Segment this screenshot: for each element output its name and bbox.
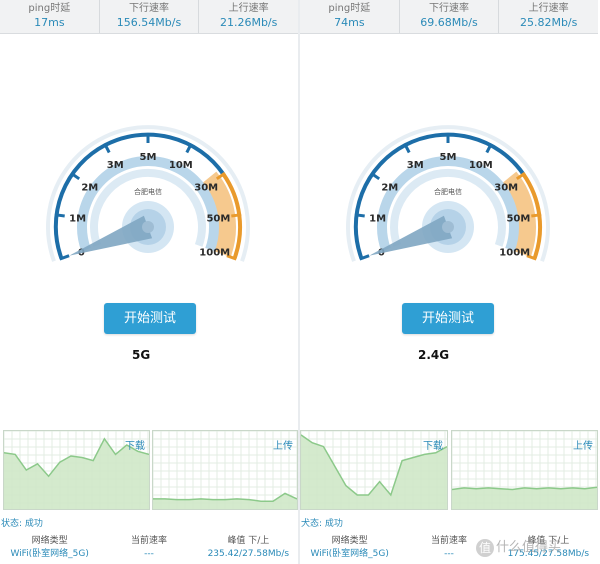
gauge-tick-label: 3M	[407, 160, 424, 171]
gauge-tick	[354, 213, 365, 218]
footer-value: ---	[144, 549, 154, 559]
test-status: 犬态: 成功	[301, 519, 343, 529]
stats-bar: ping时延 74ms 下行速率 69.68Mb/s 上行速率 25.82Mb/…	[300, 0, 598, 34]
speedtest-panel-2-4g: ping时延 74ms 下行速率 69.68Mb/s 上行速率 25.82Mb/…	[300, 0, 598, 564]
band-label: 2.4G	[418, 348, 450, 362]
stat-label: 上行速率	[528, 3, 569, 14]
network-type: 网络类型 WiFi(卧室网络_5G)	[0, 531, 99, 564]
stat-ping: ping时延 17ms	[0, 0, 100, 33]
gauge-tick-label: 5M	[440, 152, 457, 163]
gauge-tick-label: 30M	[494, 182, 518, 193]
download-graph: 下载	[300, 430, 448, 510]
speed-gauge: 01M2M3M5M10M30M50M100M合肥电信	[346, 125, 550, 262]
stat-value: 74ms	[334, 16, 365, 29]
start-test-button[interactable]: 开始测试	[104, 303, 196, 334]
speed-gauge: 01M2M3M5M10M30M50M100M合肥电信	[46, 125, 250, 262]
stat-value: 25.82Mb/s	[519, 16, 578, 29]
stat-label: 上行速率	[228, 3, 269, 14]
gauge-tick-label: 100M	[199, 247, 230, 258]
download-graph-title: 下载	[423, 441, 443, 452]
footer-label: 网络类型	[331, 536, 368, 546]
stat-upload: 上行速率 21.26Mb/s	[199, 0, 298, 33]
download-graph: 下载	[3, 430, 150, 510]
stat-upload: 上行速率 25.82Mb/s	[499, 0, 598, 33]
start-test-button[interactable]: 开始测试	[402, 303, 494, 334]
peak-rate: 峰值 下/上 235.42/27.58Mb/s	[199, 531, 298, 564]
gauge-tick	[531, 213, 542, 218]
stat-ping: ping时延 74ms	[300, 0, 400, 33]
gauge-tick-label: 10M	[469, 160, 493, 171]
gauge-tick-label: 5M	[140, 152, 157, 163]
band-label: 5G	[132, 348, 151, 362]
gauge-tick-label: 100M	[499, 247, 530, 258]
current-rate: 当前速率 ---	[99, 531, 198, 564]
footer-label: 当前速率	[130, 536, 167, 546]
stat-value: 69.68Mb/s	[420, 16, 478, 29]
watermark-logo-icon: 值	[476, 538, 494, 557]
stat-value: 156.54Mb/s	[116, 16, 182, 29]
upload-graph-title: 上传	[273, 441, 293, 452]
speedtest-panel-5g: ping时延 17ms 下行速率 156.54Mb/s 上行速率 21.26Mb…	[0, 0, 298, 564]
stat-download: 下行速率 156.54Mb/s	[100, 0, 200, 33]
gauge-needle-cap	[442, 221, 454, 233]
footer-value: 235.42/27.58Mb/s	[207, 549, 290, 559]
gauge-tick-label: 2M	[81, 182, 98, 193]
gauge-tick-label: 30M	[194, 182, 218, 193]
stat-download: 下行速率 69.68Mb/s	[400, 0, 500, 33]
gauge-tick-label: 50M	[206, 214, 230, 225]
gauge-tick-label: 1M	[369, 214, 386, 225]
upload-graph: 上传	[152, 430, 298, 510]
footer-value: WiFi(卧室网络_5G)	[10, 549, 89, 559]
footer-label: 网络类型	[31, 536, 68, 546]
network-type: 网络类型 WiFi(卧室网络_5G)	[300, 531, 399, 564]
info-footer: 网络类型 WiFi(卧室网络_5G) 当前速率 --- 峰值 下/上 235.4…	[0, 531, 298, 564]
watermark-text: 什么值得买	[496, 540, 562, 555]
test-status: 状态: 成功	[1, 519, 43, 529]
stat-label: 下行速率	[429, 3, 469, 14]
stat-label: 下行速率	[129, 3, 169, 14]
gauge-tick-label: 50M	[506, 214, 530, 225]
watermark: 值什么值得买	[476, 536, 561, 557]
stat-value: 21.26Mb/s	[219, 16, 278, 29]
footer-value: WiFi(卧室网络_5G)	[310, 549, 389, 559]
stat-label: ping时延	[328, 3, 371, 14]
stat-label: ping时延	[28, 3, 71, 14]
upload-graph-title: 上传	[573, 441, 593, 452]
gauge-tick-label: 1M	[69, 214, 86, 225]
footer-label: 峰值 下/上	[227, 536, 270, 546]
upload-graph: 上传	[451, 430, 598, 510]
gauge-tick-label: 3M	[107, 160, 124, 171]
gauge-provider-label: 合肥电信	[134, 187, 162, 196]
gauge-tick	[231, 213, 242, 218]
gauge-tick	[54, 213, 65, 218]
gauge-needle-cap	[142, 221, 154, 233]
gauge-provider-label: 合肥电信	[434, 187, 462, 196]
gauge-tick-label: 2M	[381, 182, 398, 193]
stat-value: 17ms	[34, 16, 65, 29]
stats-bar: ping时延 17ms 下行速率 156.54Mb/s 上行速率 21.26Mb…	[0, 0, 298, 34]
download-graph-title: 下载	[125, 441, 145, 452]
graph-area	[452, 487, 597, 509]
gauge-tick-label: 10M	[169, 160, 193, 171]
